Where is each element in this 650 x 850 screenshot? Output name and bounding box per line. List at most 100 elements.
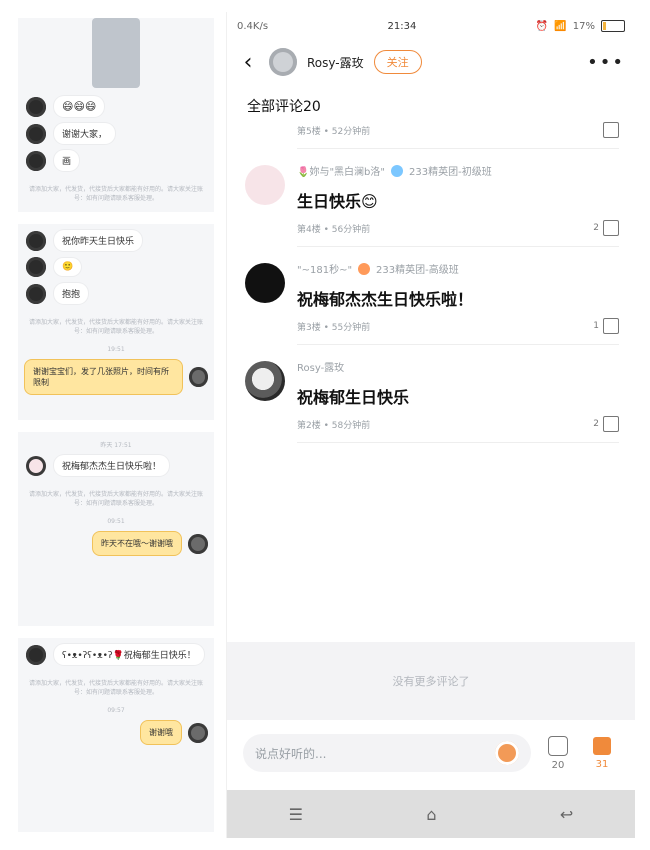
avatar [26,96,46,117]
chat-row: 谢谢大家， [26,123,206,144]
comment-meta: 第2楼 • 58分钟前 [297,420,371,431]
chat-row: 祝你昨天生日快乐 [26,230,206,251]
timestamp: 09:57 [107,707,125,714]
back-arrow-icon[interactable]: ‹ [237,50,259,75]
comment-icon [548,735,568,756]
system-note: 请添加大家，代发货，代接货后大家都能有好用的。请大家关注账号：如有问题请联系客服… [28,491,203,507]
wifi-icon: 📶 [554,20,567,32]
battery-icon [601,20,625,32]
comment-composer: 说点好听的... 20 31 [227,720,635,786]
like-count: 2 [593,223,599,233]
like-count: 1 [593,321,599,331]
comment-item: "~181秒~" 233精英团-高级班 祝梅郁杰杰生日快乐啦！ 第3楼 • 55… [227,247,635,344]
comment-input[interactable]: 说点好听的... [243,734,531,772]
system-note: 请添加大家，代发货，代接货后大家都能有好用的。请大家关注账号：如有问题请联系客服… [28,319,203,335]
like-button[interactable]: 31 [585,736,619,770]
avatar[interactable] [245,165,285,205]
home-icon[interactable]: ⌂ [426,805,436,824]
chat-panel-1: 😄😄😄 谢谢大家， 画 请添加大家，代发货，代接货后大家都能有好用的。请大家关注… [18,18,214,212]
chat-bubble: 祝梅郁杰杰生日快乐啦！ [54,455,170,476]
timestamp: 昨天 17:51 [100,442,132,449]
comment-input-placeholder: 说点好听的... [255,746,327,761]
comment-author[interactable]: Rosy-露玫 [297,359,344,374]
avatar [188,533,208,554]
chat-bubble: 画 [54,150,80,171]
alarm-icon: ⏰ [535,20,549,32]
divider [297,442,619,443]
chat-row: 😄😄😄 [26,96,206,117]
thumb-up-icon [593,736,611,755]
like-count: 31 [595,758,609,770]
sticker-row: 谢谢哦 [18,720,214,745]
comment-author[interactable]: 🌷妳与"黑白澜b洛" [297,163,385,178]
image-thumbnail [92,18,140,88]
thumb-up-icon [603,220,619,236]
comment-group: 233精英团-高级班 [376,265,459,276]
thumb-up-icon [603,416,619,432]
avatar[interactable] [269,48,297,76]
follow-button[interactable]: 关注 [373,50,422,74]
like-control[interactable] [603,122,619,138]
header-username[interactable]: Rosy-露玫 [307,54,364,71]
system-navbar: ☰ ⌂ ↩ [227,790,635,838]
comment-meta: 第5楼 • 52分钟前 [297,126,371,137]
sticker-message: 谢谢哦 [140,720,182,745]
menu-icon[interactable]: ☰ [289,805,303,824]
thumb-up-icon [603,122,619,138]
system-note: 请添加大家，代发货，代接货后大家都能有好用的。请大家关注账号：如有问题请联系客服… [28,186,203,202]
chat-bubble: 🙂 [54,258,82,276]
avatar [26,644,46,665]
sticker-row: 谢谢宝宝们，发了几张照片，时间有所限制 [18,359,214,395]
chat-panel-3: 昨天 17:51 祝梅郁杰杰生日快乐啦！ 请添加大家，代发货，代接货后大家都能有… [18,432,214,626]
comment-text: 祝梅郁生日快乐 [297,388,410,407]
phone-screen: 0.4K/s 21:34 ⏰ 📶 17% ‹ Rosy-露玫 关注 ••• 全部… [226,12,635,838]
avatar [26,123,46,144]
chat-row: 祝梅郁杰杰生日快乐啦！ [26,455,206,476]
comment-item: Rosy-露玫 祝梅郁生日快乐 第2楼 • 58分钟前 2 [227,345,635,442]
comment-text: 祝梅郁杰杰生日快乐啦！ [297,290,474,309]
comments-title: 全部评论20 [247,99,321,115]
status-time: 21:34 [387,20,417,32]
status-bar: 0.4K/s 21:34 ⏰ 📶 17% [227,12,635,40]
chat-bubble: 😄😄😄 [54,96,105,117]
comment-meta: 第3楼 • 55分钟前 [297,322,371,333]
like-control[interactable]: 2 [593,416,619,432]
badge-icon [391,164,403,177]
chat-panel-4: ʕ•ᴥ•ʔʕ•ᴥ•ʔ🌹祝梅郁生日快乐！ 请添加大家，代发货，代接货后大家都能有好… [18,638,214,832]
no-more-comments: 没有更多评论了 [227,642,635,720]
chat-row: 🙂 [26,257,206,277]
avatar[interactable] [245,361,285,401]
chat-row: 画 [26,150,206,171]
back-icon[interactable]: ↩ [560,805,573,824]
avatar [188,722,208,743]
avatar [26,150,46,171]
network-speed: 0.4K/s [237,20,269,32]
comment-count-button[interactable]: 20 [541,735,575,771]
timestamp: 09:51 [107,518,125,525]
comment-author[interactable]: "~181秒~" [297,261,352,276]
like-control[interactable]: 1 [593,318,619,334]
comment-meta: 第4楼 • 56分钟前 [297,224,371,235]
like-count: 2 [593,419,599,429]
like-control[interactable]: 2 [593,220,619,236]
partial-comment-footer: 第5楼 • 52分钟前 [227,122,635,148]
comment-item: 🌷妳与"黑白澜b洛" 233精英团-初级班 生日快乐😊 第4楼 • 56分钟前 … [227,149,635,246]
chat-bubble: 谢谢大家， [54,123,116,144]
thumb-up-icon [603,318,619,334]
comment-count: 20 [551,759,565,771]
chat-row: 抱抱 [26,283,206,304]
badge-icon [358,262,371,275]
avatar [26,257,46,277]
avatar[interactable] [245,263,285,303]
mascot-icon[interactable] [495,741,519,765]
battery-fill [603,22,606,30]
sticker-message: 昨天不在哦～谢谢哦 [92,531,182,556]
chat-bubble: ʕ•ᴥ•ʔʕ•ᴥ•ʔ🌹祝梅郁生日快乐！ [54,644,204,665]
more-dots-icon[interactable]: ••• [587,52,625,73]
battery-percent: 17% [572,20,595,32]
comment-group: 233精英团-初级班 [409,167,492,178]
avatar [26,230,46,251]
post-header: ‹ Rosy-露玫 关注 ••• [227,40,635,84]
comment-text: 生日快乐😊 [297,192,378,211]
avatar [189,367,208,387]
